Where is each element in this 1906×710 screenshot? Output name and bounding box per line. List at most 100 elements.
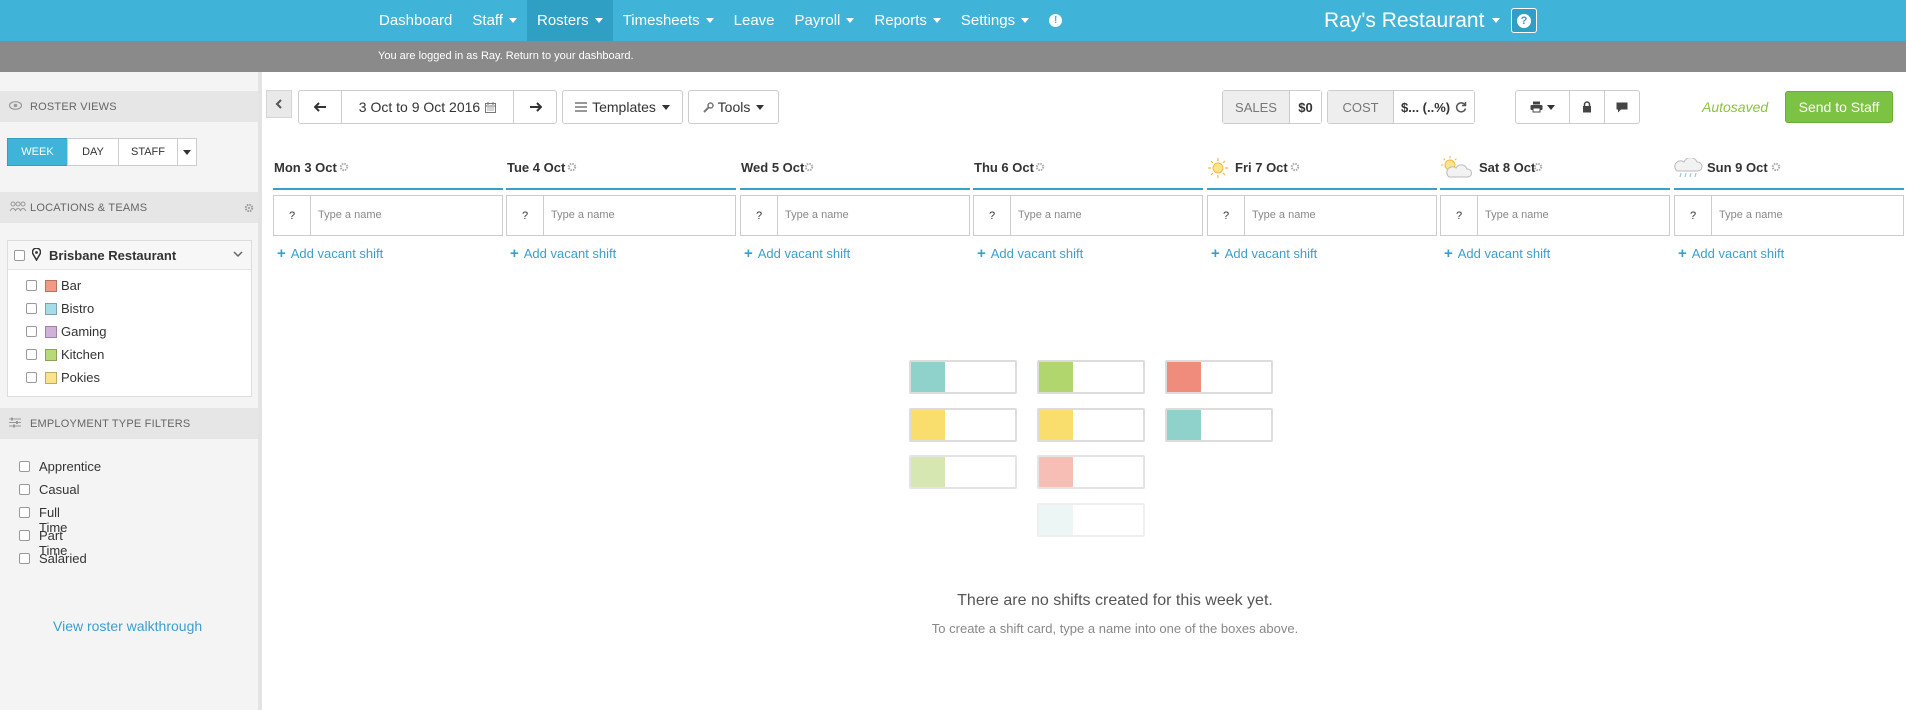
add-vacant-shift-link[interactable]: + Add vacant shift [277, 245, 383, 262]
tools-button[interactable]: Tools [688, 90, 779, 124]
employment-checkbox[interactable] [19, 553, 30, 564]
staff-name-input[interactable]: ? Type a name [1440, 195, 1670, 236]
day-column-fri: Fri 7 Oct ? Type a name + Add vacant shift [1207, 154, 1437, 264]
gear-icon[interactable] [1035, 162, 1045, 172]
add-vacant-shift-link[interactable]: + Add vacant shift [977, 245, 1083, 262]
help-button[interactable]: ? [1511, 8, 1537, 33]
gear-icon[interactable] [567, 162, 577, 172]
day-label: Sat 8 Oct [1479, 160, 1536, 175]
staff-name-input[interactable]: ? Type a name [1207, 195, 1437, 236]
comment-button[interactable] [1605, 91, 1639, 123]
team-checkbox[interactable] [26, 303, 37, 314]
unassigned-button[interactable]: ? [1208, 196, 1245, 235]
team-checkbox[interactable] [26, 349, 37, 360]
date-range-picker[interactable]: 3 Oct to 9 Oct 2016 [342, 91, 514, 123]
gear-icon[interactable] [1290, 162, 1300, 172]
add-vacant-label: Add vacant shift [1457, 246, 1551, 261]
gear-icon[interactable] [1533, 162, 1543, 172]
staff-name-input[interactable]: ? Type a name [506, 195, 736, 236]
nav-timesheets-label: Timesheets [622, 12, 700, 29]
unassigned-button[interactable]: ? [274, 196, 311, 235]
add-vacant-shift-link[interactable]: + Add vacant shift [1211, 245, 1317, 262]
plus-icon: + [277, 245, 286, 262]
nav-timesheets[interactable]: Timesheets [613, 0, 724, 41]
nav-dashboard[interactable]: Dashboard [369, 0, 462, 41]
unassigned-button[interactable]: ? [507, 196, 544, 235]
chevron-down-icon[interactable] [233, 251, 243, 258]
tab-week[interactable]: WEEK [7, 138, 68, 166]
day-column-thu: Thu 6 Oct ? Type a name + Add vacant shift [973, 154, 1203, 264]
tab-staff[interactable]: STAFF [118, 138, 178, 166]
logged-in-text[interactable]: You are logged in as Ray. Return to your… [378, 50, 634, 62]
tools-label: Tools [717, 99, 751, 115]
location-checkbox[interactable] [14, 250, 25, 261]
staff-name-input[interactable]: ? Type a name [273, 195, 503, 236]
add-vacant-label: Add vacant shift [1224, 246, 1318, 261]
add-vacant-shift-link[interactable]: + Add vacant shift [744, 245, 850, 262]
previous-week-button[interactable] [299, 91, 342, 123]
card-color [1167, 410, 1201, 440]
employment-checkbox[interactable] [19, 461, 30, 472]
day-header: Sun 9 Oct [1674, 154, 1904, 190]
name-placeholder: Type a name [318, 209, 382, 221]
sunny-icon [1207, 156, 1229, 178]
name-placeholder: Type a name [785, 209, 849, 221]
locations-box: Brisbane Restaurant Bar Bistro Gaming Ki… [7, 240, 252, 397]
send-to-staff-button[interactable]: Send to Staff [1785, 91, 1893, 123]
plus-icon: + [744, 245, 753, 262]
lock-button[interactable] [1570, 91, 1605, 123]
gear-icon[interactable] [339, 162, 349, 172]
employment-checkbox[interactable] [19, 484, 30, 495]
team-checkbox[interactable] [26, 372, 37, 383]
empty-state-title-text: There are no shifts created for this wee… [957, 592, 1273, 609]
nav-info[interactable]: ! [1039, 0, 1072, 41]
collapse-sidebar-button[interactable] [266, 90, 292, 118]
gear-icon[interactable] [244, 203, 254, 213]
refresh-icon[interactable] [1455, 101, 1467, 113]
nav-leave[interactable]: Leave [724, 0, 785, 41]
day-header: Thu 6 Oct [973, 154, 1203, 190]
nav-staff[interactable]: Staff [462, 0, 527, 41]
print-icon [1530, 101, 1543, 113]
staff-name-input[interactable]: ? Type a name [973, 195, 1203, 236]
next-week-button[interactable] [514, 91, 556, 123]
staff-name-input[interactable]: ? Type a name [1674, 195, 1904, 236]
add-vacant-label: Add vacant shift [757, 246, 851, 261]
team-checkbox[interactable] [26, 280, 37, 291]
templates-button[interactable]: Templates [562, 90, 683, 124]
print-button[interactable] [1516, 91, 1570, 123]
tab-day[interactable]: DAY [67, 138, 119, 166]
add-vacant-shift-link[interactable]: + Add vacant shift [1678, 245, 1784, 262]
brand-menu[interactable]: Ray's Restaurant [1324, 0, 1501, 41]
nav-payroll[interactable]: Payroll [785, 0, 865, 41]
add-vacant-shift-link[interactable]: + Add vacant shift [510, 245, 616, 262]
location-header[interactable]: Brisbane Restaurant [8, 241, 251, 270]
nav-rosters[interactable]: Rosters [526, 0, 613, 41]
gear-icon[interactable] [804, 162, 814, 172]
employment-checkbox[interactable] [19, 507, 30, 518]
unassigned-button[interactable]: ? [1441, 196, 1478, 235]
date-range-label: 3 Oct to 9 Oct 2016 [358, 99, 481, 115]
unassigned-button[interactable]: ? [1675, 196, 1712, 235]
unassigned-button[interactable]: ? [741, 196, 778, 235]
roster-views-header: ROSTER VIEWS [0, 91, 258, 122]
sales-label: SALES [1235, 99, 1277, 115]
shift-card-illustration [1037, 408, 1145, 442]
staff-name-input[interactable]: ? Type a name [740, 195, 970, 236]
cost-value-box[interactable]: $... (..%) [1394, 91, 1474, 123]
add-vacant-shift-link[interactable]: + Add vacant shift [1444, 245, 1550, 262]
nav-settings[interactable]: Settings [951, 0, 1039, 41]
team-checkbox[interactable] [26, 326, 37, 337]
day-column-wed: Wed 5 Oct ? Type a name + Add vacant shift [740, 154, 970, 264]
nav-reports[interactable]: Reports [864, 0, 951, 41]
unassigned-button[interactable]: ? [974, 196, 1011, 235]
sales-key: SALES [1223, 91, 1290, 123]
add-vacant-label: Add vacant shift [290, 246, 384, 261]
view-dropdown-button[interactable] [177, 138, 197, 166]
day-header: Wed 5 Oct [740, 154, 970, 190]
gear-icon[interactable] [1771, 162, 1781, 172]
employment-checkbox[interactable] [19, 530, 30, 541]
card-color [1039, 457, 1073, 487]
arrow-right-icon [529, 102, 542, 112]
caret-down-icon [1492, 18, 1501, 23]
